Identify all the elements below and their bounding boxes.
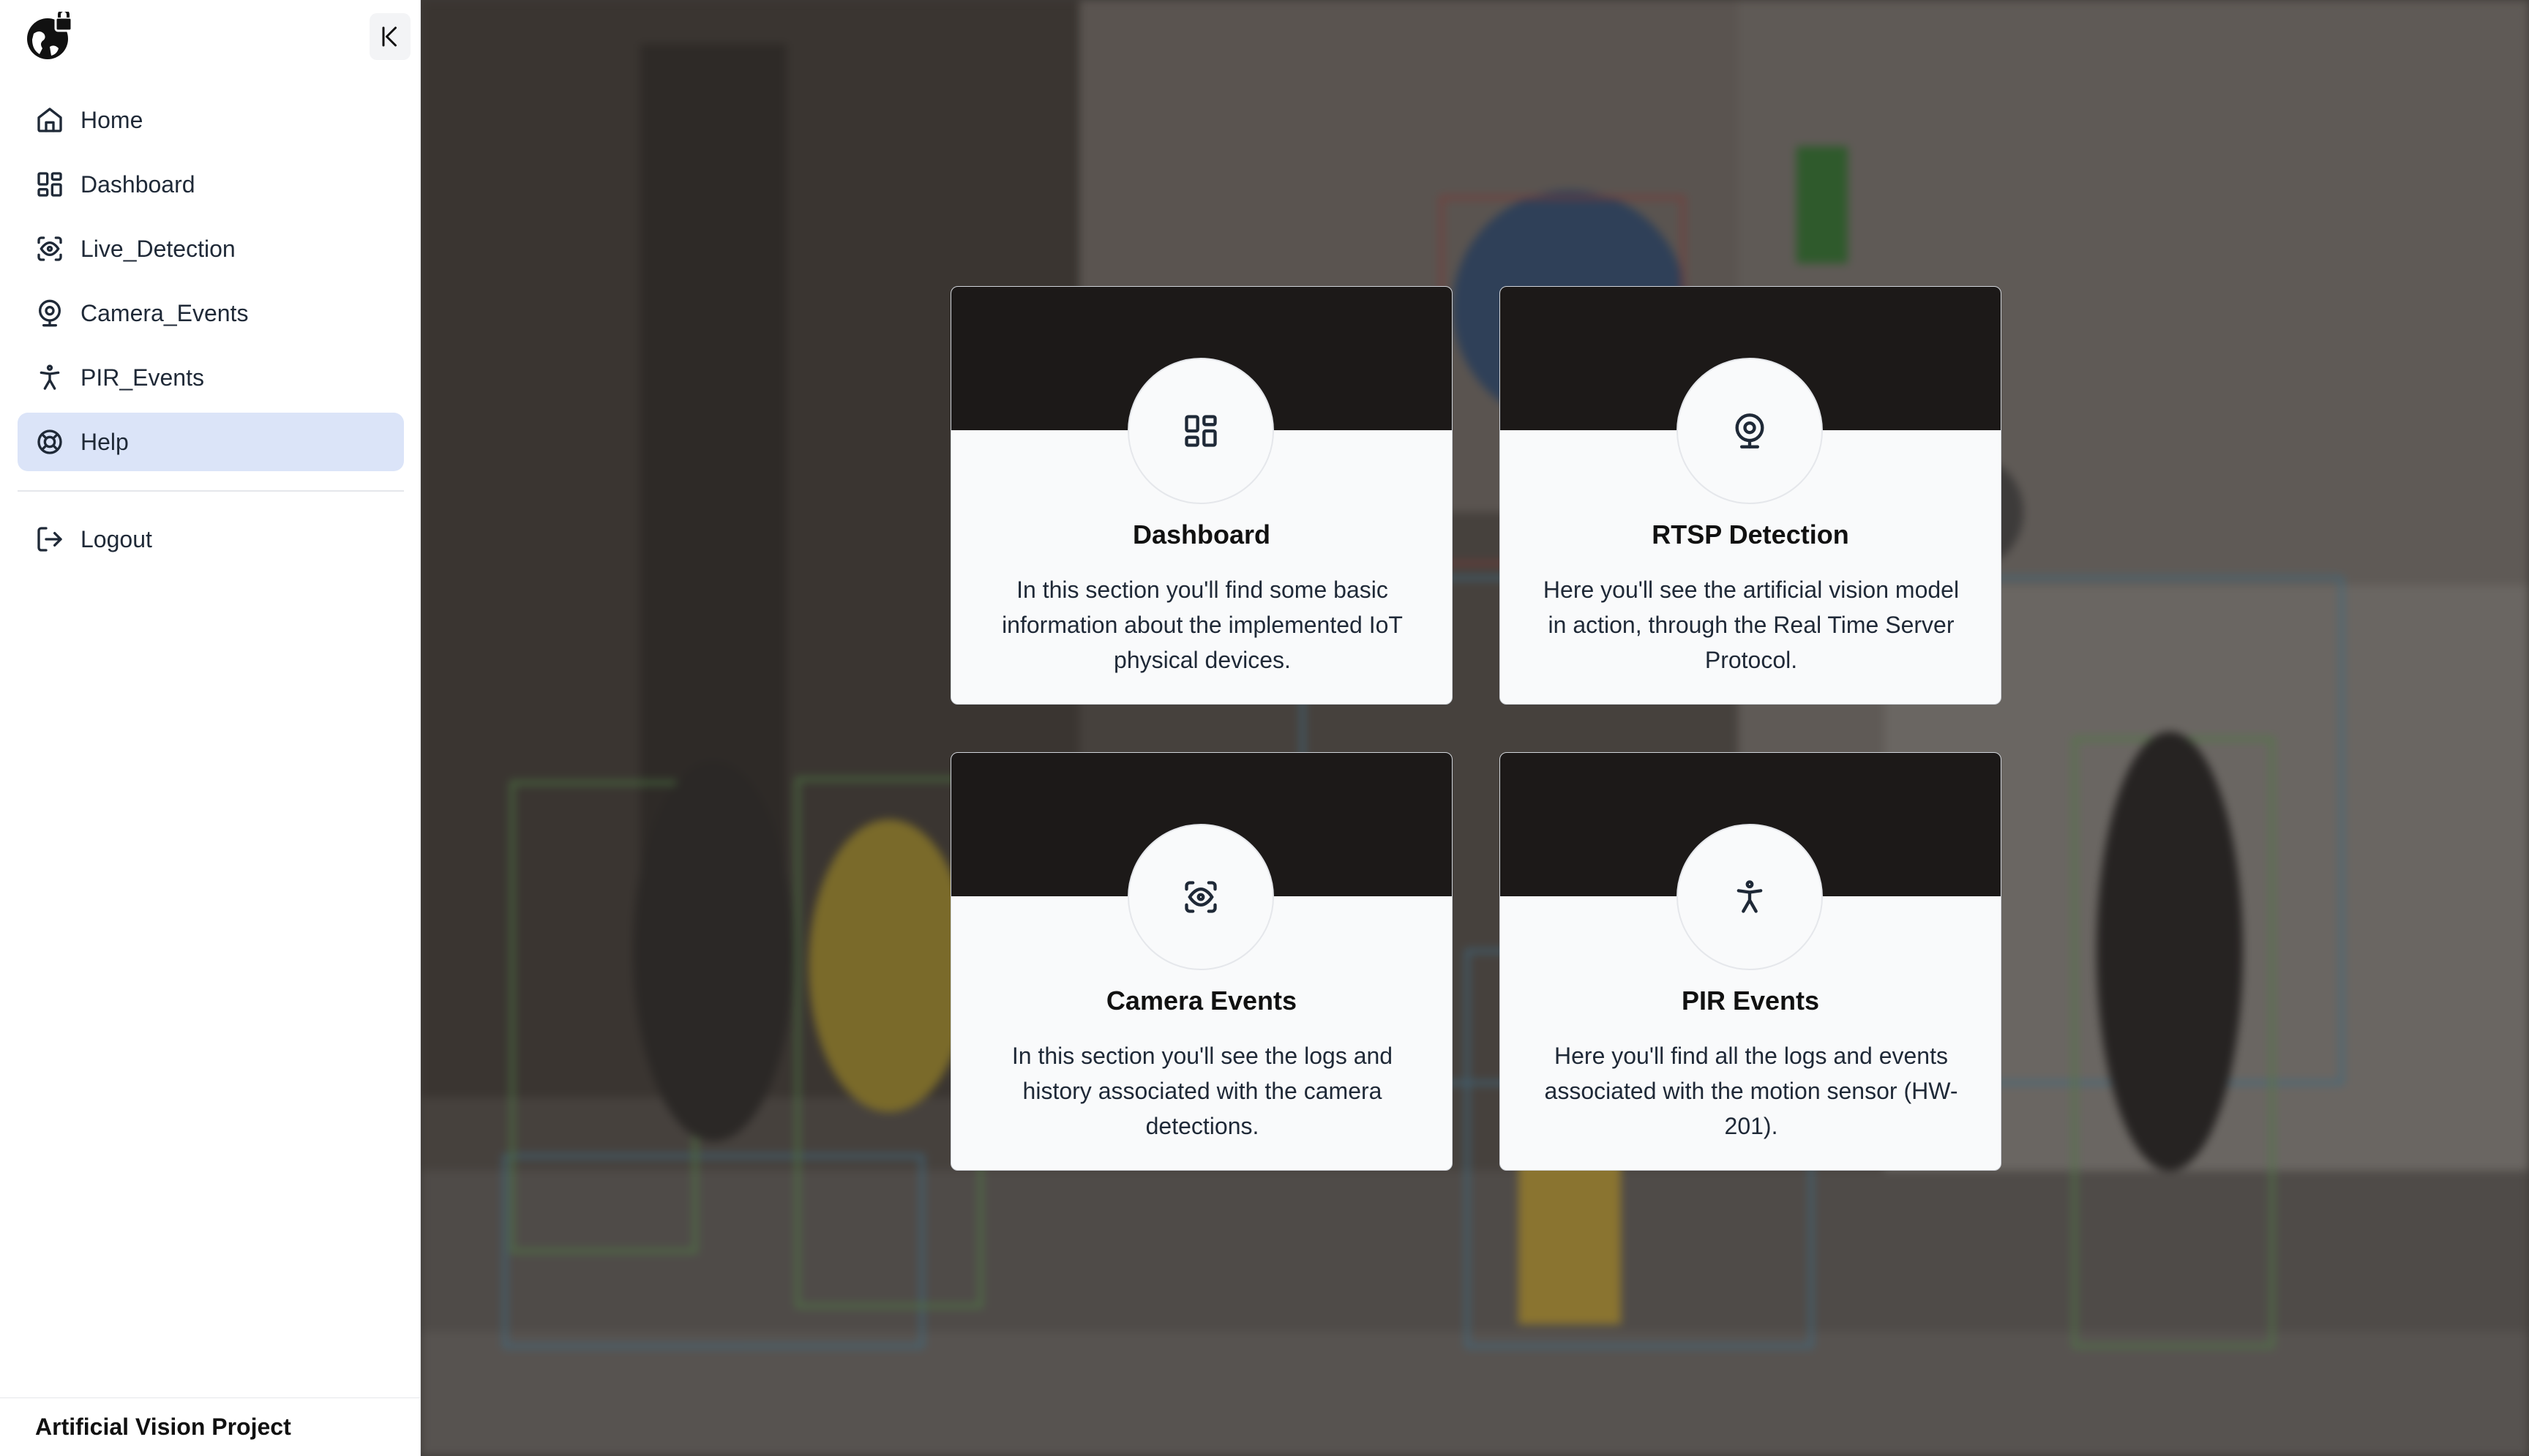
dashboard-icon xyxy=(34,168,66,200)
card-dashboard[interactable]: Dashboard In this section you'll find so… xyxy=(951,286,1453,705)
nav-divider xyxy=(18,490,404,492)
accessibility-icon xyxy=(1736,880,1763,913)
card-pir-events[interactable]: PIR Events Here you'll find all the logs… xyxy=(1499,752,2001,1171)
collapse-left-icon xyxy=(382,26,397,47)
card-rtsp-detection[interactable]: RTSP Detection Here you'll see the artif… xyxy=(1499,286,2001,705)
webcam-icon xyxy=(1735,413,1764,449)
card-description: Here you'll see the artificial vision mo… xyxy=(1543,577,1960,673)
card-icon-circle xyxy=(1128,358,1274,504)
sidebar-item-help[interactable]: Help xyxy=(18,413,404,471)
sidebar-item-live-detection[interactable]: Live_Detection xyxy=(18,219,404,278)
sidebar-item-dashboard[interactable]: Dashboard xyxy=(18,155,404,214)
home-icon xyxy=(34,104,66,136)
sidebar: Home Dashboard Live_Detection Camera_Eve… xyxy=(0,0,421,1456)
sidebar-item-label: Live_Detection xyxy=(80,235,236,262)
sidebar-item-label: Camera_Events xyxy=(80,299,249,326)
collapse-sidebar-button[interactable] xyxy=(370,13,411,60)
main-content: Dashboard In this section you'll find so… xyxy=(421,0,2529,1456)
dashboard-icon xyxy=(1185,415,1217,447)
card-description: Here you'll find all the logs and events… xyxy=(1544,1043,1958,1139)
sidebar-nav: Home Dashboard Live_Detection Camera_Eve… xyxy=(18,91,404,477)
card-icon-circle xyxy=(1676,824,1823,970)
card-title: RTSP Detection xyxy=(1652,519,1849,549)
card-camera-events[interactable]: Camera Events In this section you'll see… xyxy=(951,752,1453,1171)
card-icon-circle xyxy=(1128,824,1274,970)
sidebar-footer: Artificial Vision Project xyxy=(0,1397,421,1456)
card-title: Dashboard xyxy=(1132,519,1271,549)
globe-lock-icon[interactable] xyxy=(23,9,75,63)
sidebar-item-home[interactable]: Home xyxy=(18,91,404,149)
logout-button[interactable]: Logout xyxy=(18,510,404,568)
accessibility-icon xyxy=(34,361,66,394)
lifebuoy-icon xyxy=(34,426,66,458)
sidebar-item-label: Help xyxy=(80,428,129,455)
scan-eye-icon xyxy=(1185,881,1217,913)
logout-section: Logout xyxy=(18,510,404,574)
project-name: Artificial Vision Project xyxy=(35,1414,291,1440)
sidebar-item-pir-events[interactable]: PIR_Events xyxy=(18,348,404,407)
card-title: Camera Events xyxy=(1106,986,1297,1016)
sidebar-item-camera-events[interactable]: Camera_Events xyxy=(18,284,404,342)
sidebar-item-label: Dashboard xyxy=(80,170,195,198)
card-description: In this section you'll find some basic i… xyxy=(1002,577,1403,673)
card-title: PIR Events xyxy=(1681,986,1820,1016)
sidebar-item-label: Home xyxy=(80,106,143,133)
logout-icon xyxy=(34,523,66,555)
sidebar-item-label: PIR_Events xyxy=(80,364,204,391)
background-street-image xyxy=(421,0,2529,1456)
card-description: In this section you'll see the logs and … xyxy=(1011,1043,1393,1139)
logout-label: Logout xyxy=(80,525,152,552)
card-icon-circle xyxy=(1676,358,1823,504)
webcam-icon xyxy=(34,297,66,329)
scan-eye-icon xyxy=(34,233,66,265)
